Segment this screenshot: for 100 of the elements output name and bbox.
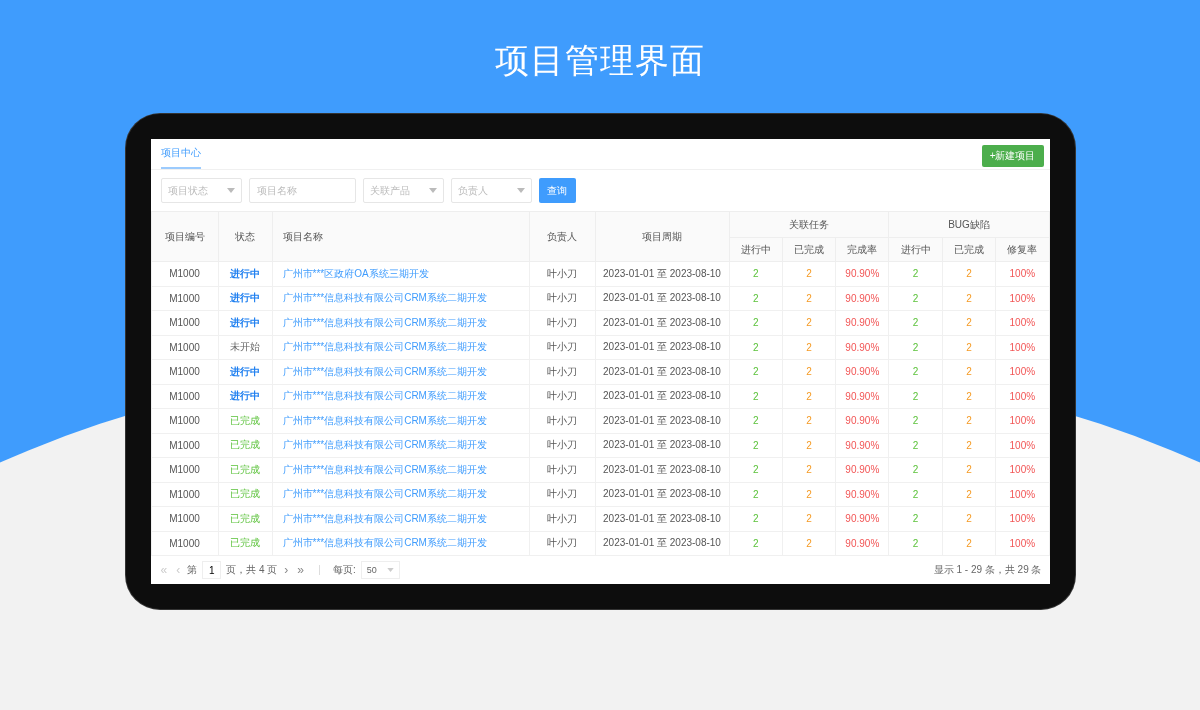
table-cell: 叶小刀 (529, 310, 595, 335)
status-text: 已完成 (218, 482, 272, 507)
project-link[interactable]: 广州市***信息科技有限公司CRM系统二期开发 (272, 310, 529, 335)
project-link[interactable]: 广州市***信息科技有限公司CRM系统二期开发 (272, 482, 529, 507)
status-text: 进行中 (218, 359, 272, 384)
project-link[interactable]: 广州市***区政府OA系统三期开发 (272, 261, 529, 286)
table-cell: 2023-01-01 至 2023-08-10 (595, 457, 729, 482)
table-cell: 2 (729, 384, 783, 409)
table-cell: 90.90% (835, 482, 889, 507)
table-cell: 2 (942, 384, 996, 409)
table-cell: 100% (995, 359, 1049, 384)
table-cell: 2 (889, 408, 943, 433)
table-cell: 2 (782, 335, 836, 360)
table-cell: 90.90% (835, 359, 889, 384)
table-cell: 2 (729, 433, 783, 458)
first-page-button[interactable]: « (158, 563, 170, 577)
project-link[interactable]: 广州市***信息科技有限公司CRM系统二期开发 (272, 286, 529, 311)
column-group-header: 关联任务 (729, 211, 889, 238)
table-cell: 叶小刀 (529, 408, 595, 433)
table-cell: 2 (942, 261, 996, 286)
search-button[interactable]: 查询 (538, 178, 576, 203)
caret-icon (516, 188, 525, 193)
table-cell: 叶小刀 (529, 433, 595, 458)
table-cell: 90.90% (835, 286, 889, 311)
last-page-button[interactable]: » (295, 563, 306, 577)
table-cell: 90.90% (835, 531, 889, 556)
table-cell: 2023-01-01 至 2023-08-10 (595, 531, 729, 556)
project-link[interactable]: 广州市***信息科技有限公司CRM系统二期开发 (272, 359, 529, 384)
table-cell: 2023-01-01 至 2023-08-10 (595, 335, 729, 360)
table-cell: 2 (782, 531, 836, 556)
table-cell: 100% (995, 408, 1049, 433)
table-cell: 2 (729, 261, 783, 286)
table-cell: 100% (995, 261, 1049, 286)
table-cell: 2 (782, 408, 836, 433)
column-header: 项目周期 (595, 211, 729, 262)
table-cell: M1000 (151, 286, 218, 311)
project-link[interactable]: 广州市***信息科技有限公司CRM系统二期开发 (272, 531, 529, 556)
per-page-select[interactable]: 50 (360, 561, 400, 579)
table-cell: 叶小刀 (529, 482, 595, 507)
tab[interactable]: 项目中心 (160, 146, 201, 169)
table-cell: M1000 (151, 433, 218, 458)
table-cell: 2 (782, 359, 836, 384)
project-link[interactable]: 广州市***信息科技有限公司CRM系统二期开发 (272, 384, 529, 409)
table-cell: 2 (942, 359, 996, 384)
page-label: 第 (187, 563, 198, 577)
status-text: 已完成 (218, 506, 272, 531)
table-cell: 2023-01-01 至 2023-08-10 (595, 482, 729, 507)
status-text: 进行中 (218, 384, 272, 409)
table-cell: 叶小刀 (529, 457, 595, 482)
table-cell: 2 (782, 506, 836, 531)
caret-icon (386, 568, 394, 572)
table-cell: 2 (889, 457, 943, 482)
status-text: 已完成 (218, 531, 272, 556)
page-input[interactable]: 1 (202, 561, 222, 579)
select-field[interactable]: 负责人 (450, 178, 532, 203)
table-cell: M1000 (151, 335, 218, 360)
column-header: 状态 (218, 211, 272, 262)
input-field[interactable]: 项目名称 (248, 178, 356, 203)
table-cell: 2 (782, 457, 836, 482)
table-cell: 2 (729, 506, 783, 531)
table-cell: 90.90% (835, 335, 889, 360)
table-cell: 2 (782, 433, 836, 458)
table-cell: 100% (995, 433, 1049, 458)
status-text: 未开始 (218, 335, 272, 360)
table-cell: 2 (889, 335, 943, 360)
table-cell: 100% (995, 310, 1049, 335)
table-cell: 100% (995, 506, 1049, 531)
table-cell: 90.90% (835, 261, 889, 286)
table-cell: 2 (889, 261, 943, 286)
project-link[interactable]: 广州市***信息科技有限公司CRM系统二期开发 (272, 506, 529, 531)
select-field[interactable]: 项目状态 (160, 178, 242, 203)
table-cell: 2 (782, 261, 836, 286)
status-text: 已完成 (218, 408, 272, 433)
table-cell: 100% (995, 286, 1049, 311)
table-cell: 2023-01-01 至 2023-08-10 (595, 310, 729, 335)
table-cell: M1000 (151, 359, 218, 384)
table-cell: 叶小刀 (529, 335, 595, 360)
next-page-button[interactable]: › (282, 563, 291, 577)
table-cell: 2 (782, 310, 836, 335)
table-cell: 2 (942, 531, 996, 556)
project-link[interactable]: 广州市***信息科技有限公司CRM系统二期开发 (272, 408, 529, 433)
table-cell: 叶小刀 (529, 506, 595, 531)
record-summary: 显示 1 - 29 条，共 29 条 (933, 563, 1042, 577)
table-cell: 2 (889, 359, 943, 384)
prev-page-button[interactable]: ‹ (174, 563, 183, 577)
page-count-label: 页，共 4 页 (226, 563, 278, 577)
table-cell: M1000 (151, 384, 218, 409)
table-cell: 2 (729, 531, 783, 556)
project-link[interactable]: 广州市***信息科技有限公司CRM系统二期开发 (272, 457, 529, 482)
column-header: 项目编号 (151, 211, 218, 262)
table-cell: 2 (889, 482, 943, 507)
table-cell: 2 (729, 359, 783, 384)
new-project-button[interactable]: +新建项目 (981, 145, 1044, 167)
table-cell: 2 (729, 408, 783, 433)
project-link[interactable]: 广州市***信息科技有限公司CRM系统二期开发 (272, 335, 529, 360)
caret-icon (428, 188, 437, 193)
table-cell: M1000 (151, 531, 218, 556)
project-link[interactable]: 广州市***信息科技有限公司CRM系统二期开发 (272, 433, 529, 458)
table-cell: M1000 (151, 482, 218, 507)
table-cell: 100% (995, 531, 1049, 556)
